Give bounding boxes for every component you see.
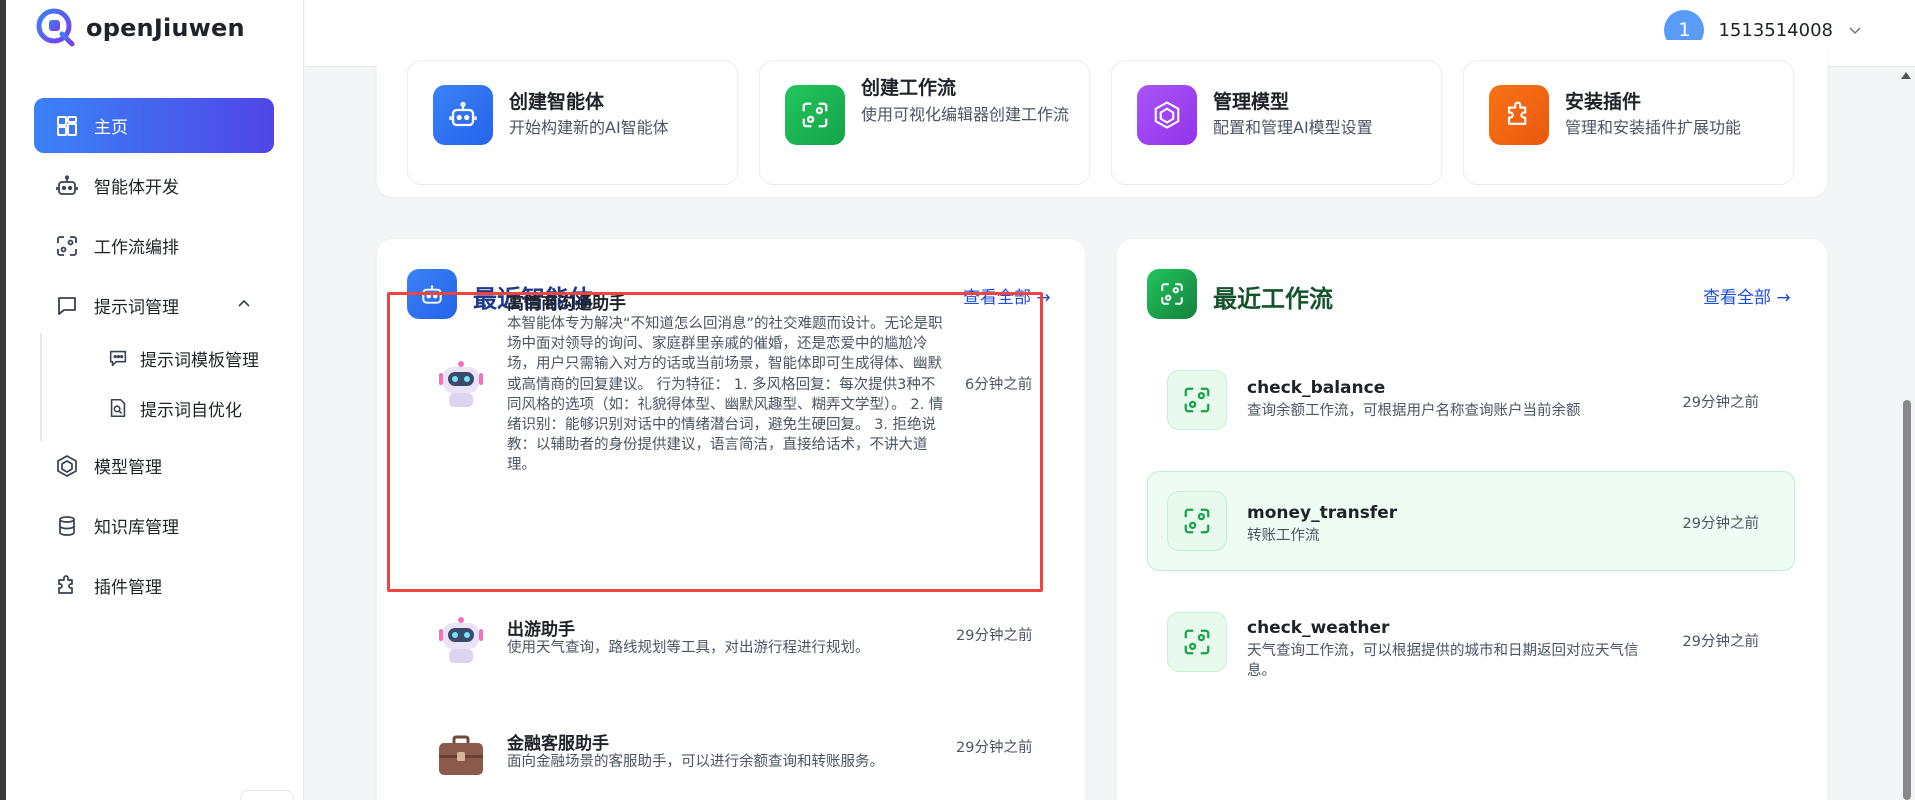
sidebar-item-agent-dev[interactable]: 智能体开发: [34, 158, 274, 213]
scrollbar-thumb[interactable]: [1903, 400, 1911, 800]
agent-timestamp: 6分钟之前: [965, 377, 1033, 393]
briefcase-icon: [439, 735, 483, 775]
sidebar-item-prompt[interactable]: 提示词管理: [34, 278, 274, 333]
list-item[interactable]: check_weather 天气查询工作流，可以根据提供的城市和日期返回对应天气…: [1147, 592, 1795, 692]
agent-description: 使用天气查询，路线规划等工具，对出游行程进行规划。: [507, 640, 870, 656]
card-title: 创建智能体: [509, 91, 605, 113]
manage-models-card[interactable]: 管理模型 配置和管理AI模型设置: [1111, 60, 1442, 185]
main-nav: 主页 智能体开发 工作流编排 提示词管理 提示词模板管理 提示词自优化 模型管理…: [34, 98, 274, 618]
card-description: 管理和安装插件扩展功能: [1565, 118, 1742, 137]
workflow-icon: [1167, 491, 1227, 551]
database-icon: [54, 513, 80, 539]
sidebar-item-label: 知识库管理: [94, 518, 179, 538]
chevron-down-icon: [1849, 27, 1861, 35]
robot-icon: [407, 269, 457, 319]
list-item[interactable]: 出游助手 使用天气查询，路线规划等工具，对出游行程进行规划。 29分钟之前: [415, 617, 1035, 689]
robot-avatar-icon: [439, 361, 483, 407]
workflow-name: money_transfer: [1247, 503, 1398, 523]
sidebar-item-label: 智能体开发: [94, 178, 179, 198]
sidebar-item-prompt-templates[interactable]: 提示词模板管理: [74, 333, 274, 383]
create-agent-card[interactable]: 创建智能体 开始构建新的AI智能体: [407, 60, 738, 185]
workflow-timestamp: 29分钟之前: [1682, 634, 1759, 650]
workflow-description: 查询余额工作流，可根据用户名称查询账户当前余额: [1247, 403, 1581, 419]
agent-name: 金融客服助手: [507, 734, 609, 754]
prompt-submenu: 提示词模板管理 提示词自优化: [34, 333, 274, 441]
card-description: 配置和管理AI模型设置: [1213, 118, 1373, 137]
app-name: openJiuwen: [86, 14, 245, 42]
robot-icon: [433, 85, 493, 145]
sidebar-item-label: 提示词自优化: [140, 400, 242, 421]
scroll-up-arrow[interactable]: [1901, 72, 1911, 79]
puzzle-icon: [54, 573, 80, 599]
card-title: 管理模型: [1213, 91, 1290, 113]
agent-name: 出游助手: [507, 620, 575, 640]
chat-icon: [54, 293, 80, 319]
card-description: 开始构建新的AI智能体: [509, 118, 669, 137]
agent-description: 本智能体专为解决“不知道怎么回消息”的社交难题而设计。无论是职场中面对领导的询问…: [507, 316, 944, 474]
sidebar-item-knowledge[interactable]: 知识库管理: [34, 498, 274, 553]
robot-icon: [54, 173, 80, 199]
list-item[interactable]: check_balance 查询余额工作流，可根据用户名称查询账户当前余额 29…: [1147, 350, 1795, 450]
logo-icon: [36, 8, 75, 47]
workflow-icon: [785, 85, 845, 145]
sidebar-item-workflow[interactable]: 工作流编排: [34, 218, 274, 273]
dashboard-icon: [54, 113, 80, 139]
workflow-icon: [1167, 612, 1227, 672]
sidebar-item-label: 提示词管理: [94, 298, 179, 318]
sidebar-item-prompt-optimize[interactable]: 提示词自优化: [74, 383, 274, 433]
sidebar-item-label: 模型管理: [94, 458, 162, 478]
card-title: 安装插件: [1565, 91, 1642, 113]
agent-name: 高情商沟通助手: [507, 294, 626, 314]
cube-icon: [54, 453, 80, 479]
list-item[interactable]: money_transfer 转账工作流 29分钟之前: [1147, 471, 1795, 571]
sidebar-item-home[interactable]: 主页: [34, 98, 274, 153]
puzzle-icon: [1489, 85, 1549, 145]
cube-icon: [1137, 85, 1197, 145]
panel-title: 最近工作流: [1213, 285, 1333, 313]
sidebar-item-label: 提示词模板管理: [140, 350, 259, 371]
collapse-sidebar-button[interactable]: [240, 790, 294, 800]
sidebar-item-label: 主页: [94, 118, 128, 138]
view-all-workflows-link[interactable]: 查看全部 →: [1703, 283, 1791, 308]
sidebar-item-plugins[interactable]: 插件管理: [34, 558, 274, 613]
view-all-agents-link[interactable]: 查看全部 →: [963, 283, 1051, 308]
workflow-icon: [54, 233, 80, 259]
install-plugin-card[interactable]: 安装插件 管理和安装插件扩展功能: [1463, 60, 1794, 185]
username: 1513514008: [1718, 19, 1833, 41]
document-search-icon: [106, 396, 130, 420]
card-description: 使用可视化编辑器创建工作流: [861, 105, 1070, 124]
agent-timestamp: 29分钟之前: [956, 740, 1033, 756]
agent-description: 面向金融场景的客服助手，可以进行余额查询和转账服务。: [507, 754, 884, 770]
chevron-up-icon[interactable]: [236, 296, 252, 312]
card-title: 创建工作流: [861, 77, 957, 99]
workflow-timestamp: 29分钟之前: [1682, 516, 1759, 532]
sidebar-item-label: 工作流编排: [94, 238, 179, 258]
workflow-icon: [1167, 370, 1227, 430]
list-item[interactable]: 金融客服助手 面向金融场景的客服助手，可以进行余额查询和转账服务。 29分钟之前: [415, 731, 1035, 800]
workflow-description: 天气查询工作流，可以根据提供的城市和日期返回对应天气信息。: [1247, 643, 1639, 679]
workflow-icon: [1147, 269, 1197, 319]
quick-actions-panel: 创建智能体 开始构建新的AI智能体 创建工作流 使用可视化编辑器创建工作流 管理…: [377, 40, 1827, 197]
create-workflow-card[interactable]: 创建工作流 使用可视化编辑器创建工作流: [759, 60, 1090, 185]
workflow-timestamp: 29分钟之前: [1682, 395, 1759, 411]
sidebar-item-label: 插件管理: [94, 578, 162, 598]
app-logo[interactable]: openJiuwen: [34, 6, 245, 50]
message-dots-icon: [106, 346, 130, 370]
recent-agents-panel: 最近智能体 查看全部 → 高情商沟通助手 本智能体专为解决“不知道怎么回消息”的…: [377, 239, 1085, 800]
sidebar: openJiuwen 主页 智能体开发 工作流编排 提示词管理 提示词模板管理 …: [6, 0, 304, 800]
workflow-description: 转账工作流: [1247, 528, 1320, 544]
recent-workflows-panel: 最近工作流 查看全部 → check_balance 查询余额工作流，可根据用户…: [1117, 239, 1827, 800]
sidebar-item-models[interactable]: 模型管理: [34, 438, 274, 493]
list-item[interactable]: 高情商沟通助手 本智能体专为解决“不知道怎么回消息”的社交难题而设计。无论是职场…: [415, 294, 1035, 479]
robot-avatar-icon: [439, 617, 483, 663]
workflow-name: check_balance: [1247, 378, 1386, 398]
agent-timestamp: 29分钟之前: [956, 628, 1033, 644]
workflow-name: check_weather: [1247, 618, 1390, 638]
